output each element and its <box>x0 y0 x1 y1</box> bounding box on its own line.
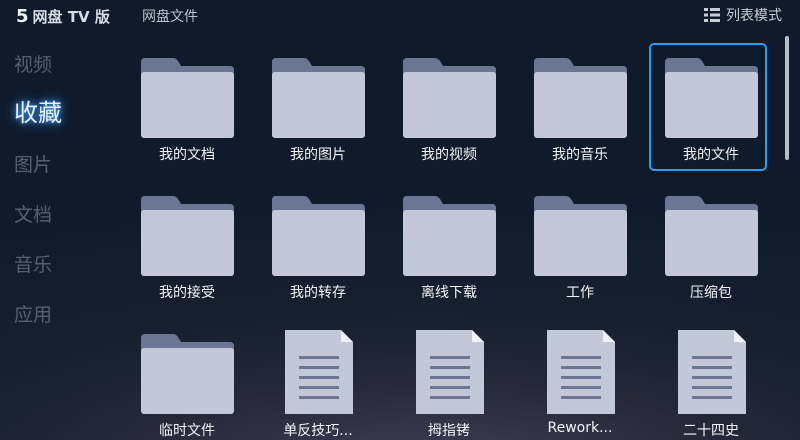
breadcrumb: 网盘文件 <box>142 9 198 25</box>
folder-tile[interactable]: 我的接受 <box>128 184 246 312</box>
file-name-label: 离线下载 <box>421 285 477 301</box>
document-icon <box>521 322 639 422</box>
app-root: 5 网盘 TV 版 网盘文件 列表模式 视频 收藏 图片 文档 音乐 应用 我的… <box>0 0 800 440</box>
file-name-label: 我的文档 <box>159 147 215 163</box>
file-name-label: 工作 <box>566 285 594 301</box>
document-icon <box>390 322 508 422</box>
folder-tile[interactable]: 压缩包 <box>652 184 770 312</box>
folder-icon <box>390 46 508 146</box>
folder-tile[interactable]: 我的文件 <box>649 43 770 174</box>
file-name-label: 二十四史 <box>683 423 739 439</box>
folder-icon <box>259 184 377 284</box>
folder-tile[interactable]: 离线下载 <box>390 184 508 312</box>
file-name-label: Rework... <box>547 420 613 436</box>
brand-title: 网盘 TV 版 <box>32 7 110 26</box>
file-name-label: 我的图片 <box>290 147 346 163</box>
folder-icon <box>390 184 508 284</box>
folder-icon <box>128 46 246 146</box>
folder-icon <box>128 322 246 422</box>
folder-icon <box>652 46 770 146</box>
document-tile[interactable]: 单反技巧... <box>259 322 377 440</box>
document-tile[interactable]: 二十四史 <box>652 322 770 440</box>
brand-logo: 5 网盘 TV 版 <box>16 5 110 27</box>
folder-icon <box>652 184 770 284</box>
sidebar-item-favorites[interactable]: 收藏 <box>14 93 62 128</box>
file-name-label: 我的视频 <box>421 147 477 163</box>
sidebar-item-pictures[interactable]: 图片 <box>14 150 52 177</box>
file-name-label: 压缩包 <box>690 285 732 301</box>
file-name-label: 临时文件 <box>159 423 215 439</box>
file-name-label: 拇指铐 <box>428 423 470 439</box>
brand-logo-mark: 5 <box>16 5 29 27</box>
folder-icon <box>521 184 639 284</box>
file-name-label: 单反技巧... <box>283 423 353 439</box>
view-mode-toggle-button[interactable]: 列表模式 <box>704 5 782 25</box>
list-mode-icon <box>704 8 720 22</box>
folder-tile[interactable]: 临时文件 <box>128 322 246 440</box>
view-mode-label: 列表模式 <box>726 8 782 24</box>
folder-tile[interactable]: 我的文档 <box>128 46 246 174</box>
file-name-label: 我的音乐 <box>552 147 608 163</box>
document-tile[interactable]: Rework... <box>521 322 639 440</box>
document-icon <box>259 322 377 422</box>
folder-tile[interactable]: 工作 <box>521 184 639 312</box>
document-tile[interactable]: 拇指铐 <box>390 322 508 440</box>
file-name-label: 我的文件 <box>683 147 739 163</box>
folder-icon <box>259 46 377 146</box>
sidebar-item-video[interactable]: 视频 <box>14 50 52 77</box>
folder-tile[interactable]: 我的音乐 <box>521 46 639 174</box>
sidebar-item-music[interactable]: 音乐 <box>14 250 52 277</box>
sidebar-item-apps[interactable]: 应用 <box>14 300 52 327</box>
folder-icon <box>128 184 246 284</box>
document-icon <box>652 322 770 422</box>
folder-tile[interactable]: 我的转存 <box>259 184 377 312</box>
folder-tile[interactable]: 我的视频 <box>390 46 508 174</box>
file-name-label: 我的接受 <box>159 285 215 301</box>
scrollbar[interactable] <box>785 36 789 160</box>
file-name-label: 我的转存 <box>290 285 346 301</box>
folder-icon <box>521 46 639 146</box>
folder-tile[interactable]: 我的图片 <box>259 46 377 174</box>
sidebar-item-documents[interactable]: 文档 <box>14 200 52 227</box>
